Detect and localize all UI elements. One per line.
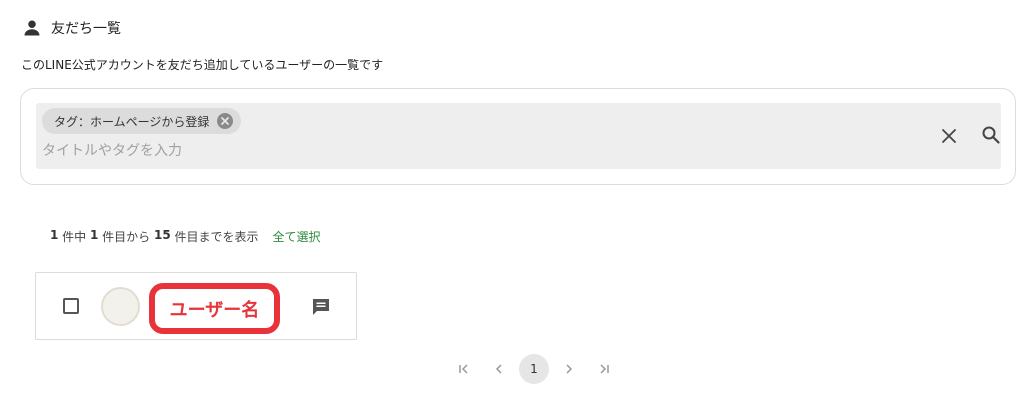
user-name[interactable]: ユーザー名 [170,296,260,322]
tag-filter-chip[interactable]: タグ：ホームページから登録 [42,108,242,134]
last-page-button[interactable] [589,354,619,384]
close-icon[interactable] [938,125,960,147]
user-card[interactable]: ユーザー名 [35,272,357,340]
chip-remove-icon[interactable] [217,113,234,129]
pagination: 1 [449,354,619,384]
select-all-link[interactable]: 全て選択 [273,228,321,245]
user-name-highlight: ユーザー名 [149,283,280,334]
page-description: このLINE公式アカウントを友だち追加しているユーザーの一覧です [21,58,384,72]
result-sep-2: 件目から [98,230,154,244]
search-box[interactable]: タグ：ホームページから登録 [36,103,1001,169]
chat-icon[interactable] [310,296,332,318]
avatar [101,287,140,326]
chevron-left-icon [495,364,502,374]
person-icon [24,20,40,36]
result-sep-1: 件中 [58,230,90,244]
result-from: 1 [90,228,99,242]
tag-filter-chip-label: タグ：ホームページから登録 [54,114,210,129]
result-count: 1 件中 1 件目から 15 件目までを表示 全て選択 [50,228,321,245]
prev-page-button[interactable] [484,354,514,384]
first-page-button[interactable] [449,354,479,384]
last-page-icon [600,364,609,374]
first-page-icon [459,364,468,374]
result-to: 15 [154,228,171,242]
result-sep-3: 件目までを表示 [170,230,259,244]
page-title: 友だち一覧 [51,21,121,37]
search-input[interactable] [42,140,642,162]
result-total: 1 [50,228,59,242]
chevron-right-icon [566,364,573,374]
search-icon[interactable] [980,124,1002,146]
user-checkbox[interactable] [63,298,79,314]
next-page-button[interactable] [554,354,584,384]
page-header: 友だち一覧 [22,18,121,38]
search-panel: タグ：ホームページから登録 [20,88,1016,185]
page-number-current[interactable]: 1 [519,354,549,384]
